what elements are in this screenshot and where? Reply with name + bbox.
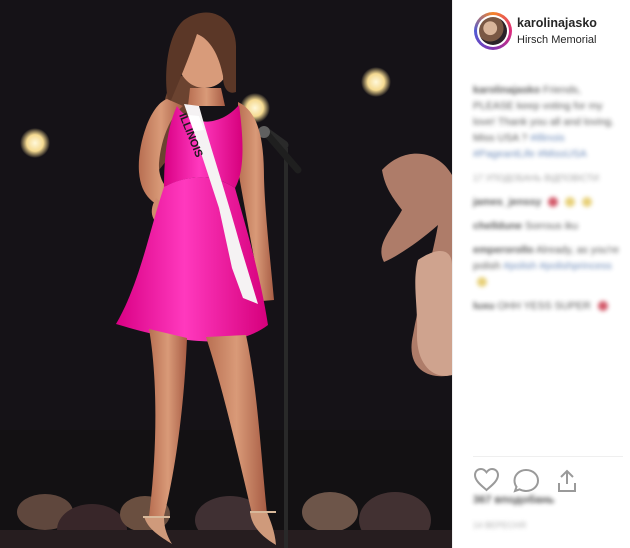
comment-tags[interactable]: #polish #polishprincess xyxy=(503,260,612,272)
avatar-image xyxy=(479,17,507,45)
comment-text: OHH YESS SUPER xyxy=(497,300,591,312)
post-actions xyxy=(473,456,623,494)
post-header: karolinajasko Hirsch Memorial xyxy=(469,10,629,50)
share-icon[interactable] xyxy=(553,467,581,494)
avatar-ring xyxy=(477,15,509,47)
smile-icon xyxy=(565,197,576,208)
smile-icon xyxy=(477,277,487,288)
comment-text: Sorrous iku xyxy=(524,220,579,232)
comment-username[interactable]: emperorollo xyxy=(473,244,534,256)
caption-meta[interactable]: 17 уподобань Відповісти xyxy=(473,170,623,186)
comment-icon[interactable] xyxy=(512,467,541,494)
username[interactable]: karolinajasko xyxy=(517,16,597,30)
comment-username[interactable]: luxu xyxy=(473,300,495,312)
caption-comment: karolinajasko Friends, PLEASE keep votin… xyxy=(473,82,623,162)
avatar[interactable] xyxy=(474,12,512,50)
comment-item: luxu OHH YESS SUPER xyxy=(473,298,623,314)
heart-icon[interactable] xyxy=(473,467,500,492)
location[interactable]: Hirsch Memorial xyxy=(517,34,596,46)
comment-username[interactable]: james_jenssy xyxy=(473,196,541,208)
heart-icon xyxy=(597,301,608,312)
comment-item: james_jenssy xyxy=(473,194,623,210)
comment-item: chelldune Sorrous iku xyxy=(473,218,623,234)
heart-icon xyxy=(548,197,559,208)
smile-icon xyxy=(582,197,593,208)
likes-count[interactable]: 367 вподобань xyxy=(473,494,554,506)
post-photo[interactable]: ILLINOIS xyxy=(0,0,452,548)
comment-username[interactable]: chelldune xyxy=(473,220,522,232)
comment-item: emperorollo Already, as you're polish #p… xyxy=(473,242,623,290)
post-sidebar: karolinajasko Hirsch Memorial karolinaja… xyxy=(452,0,630,548)
comments-section: karolinajasko Friends, PLEASE keep votin… xyxy=(473,82,623,322)
caption-username[interactable]: karolinajasko xyxy=(473,84,540,96)
post-date: 14 ВЕРЕСНЯ xyxy=(473,520,526,530)
pageant-photo: ILLINOIS xyxy=(0,0,452,548)
